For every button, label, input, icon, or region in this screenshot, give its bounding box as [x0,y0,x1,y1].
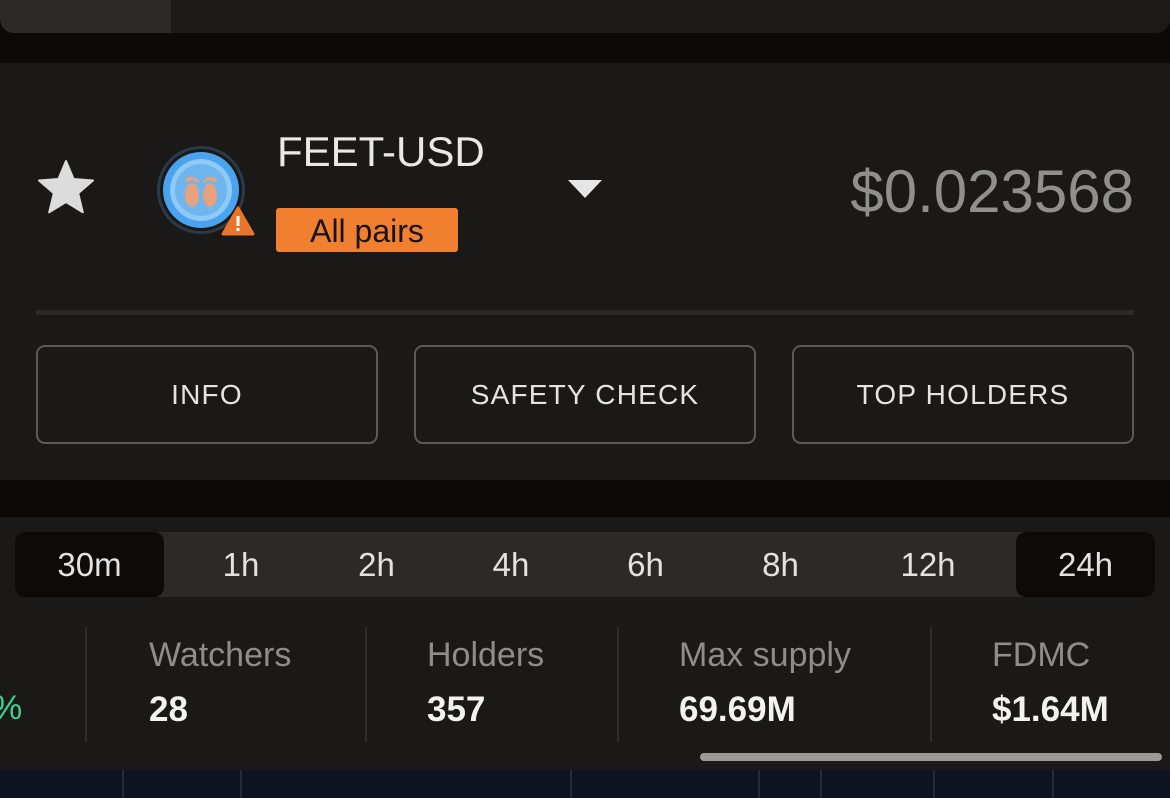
safety-check-button[interactable]: SAFETY CHECK [414,345,756,444]
max-supply-label: Max supply [679,636,851,674]
chart-area[interactable] [0,770,1170,798]
timeframe-2h[interactable]: 2h [309,532,444,597]
timeframe-12h[interactable]: 12h [848,532,1008,597]
all-pairs-badge[interactable]: All pairs [276,208,458,252]
chart-gridline [933,770,935,798]
timeframe-1h[interactable]: 1h [173,532,309,597]
stat-divider [617,627,619,742]
star-icon[interactable] [36,158,96,218]
timeframe-4h[interactable]: 4h [444,532,578,597]
header-divider [36,310,1134,315]
top-tab[interactable] [0,0,171,33]
stats-scrollbar[interactable] [700,753,1162,761]
watchers-value: 28 [149,690,188,729]
watchers-label: Watchers [149,636,292,674]
pair-title[interactable]: FEET-USD [277,124,485,180]
timeframe-24h[interactable]: 24h [1016,532,1155,597]
chart-gridline [240,770,242,798]
price-change-percent: % [0,686,22,730]
warning-triangle-icon [221,206,255,236]
fdmc-value: $1.64M [992,690,1109,729]
stat-divider [85,627,87,742]
chart-gridline [122,770,124,798]
caret-down-icon[interactable] [565,174,605,204]
chart-gridline [570,770,572,798]
chart-gridline [1052,770,1054,798]
timeframe-30m[interactable]: 30m [15,532,164,597]
chart-gridline [758,770,760,798]
info-button[interactable]: INFO [36,345,378,444]
timeframe-6h[interactable]: 6h [578,532,713,597]
stat-divider [930,627,932,742]
max-supply-value: 69.69M [679,690,796,729]
holders-value: 357 [427,690,486,729]
holders-label: Holders [427,636,545,674]
timeframe-8h[interactable]: 8h [713,532,848,597]
pair-price: $0.023568 [850,158,1134,225]
top-holders-button[interactable]: TOP HOLDERS [792,345,1134,444]
stat-divider [365,627,367,742]
chart-gridline [820,770,822,798]
top-bar [0,0,1170,33]
fdmc-label: FDMC [992,636,1091,674]
